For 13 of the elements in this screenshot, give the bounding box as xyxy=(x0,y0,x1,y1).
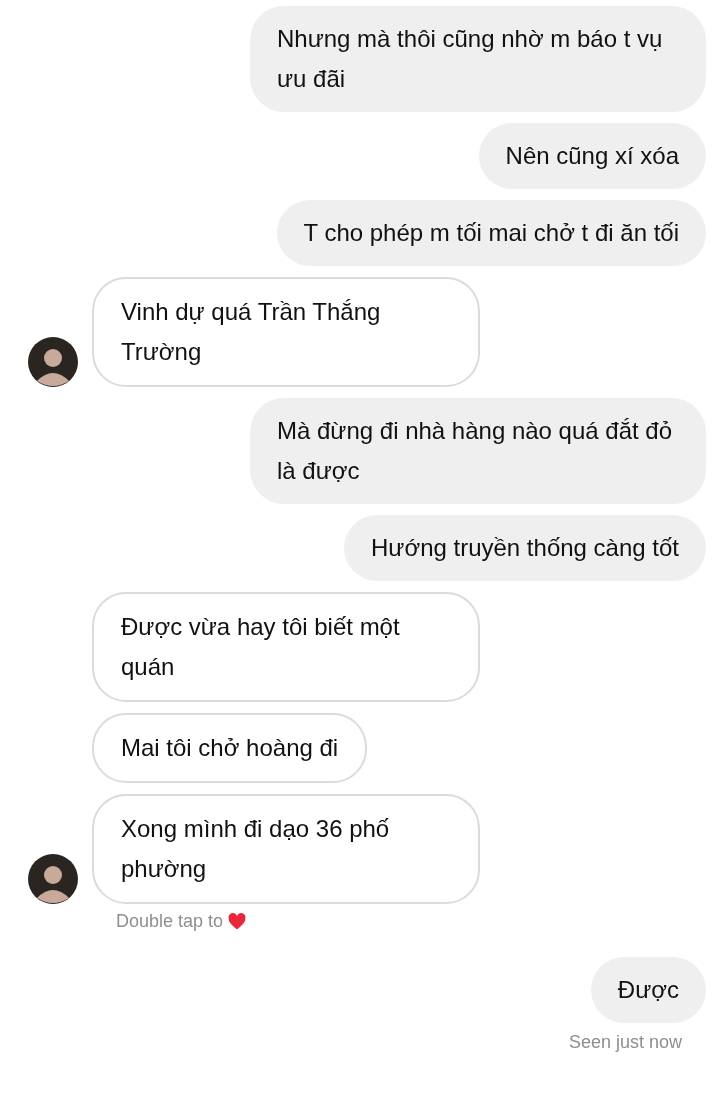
message-bubble: Mà đừng đi nhà hàng nào quá đắt đỏ là được xyxy=(250,398,706,504)
message-bubble: Hướng truyền thống càng tốt xyxy=(344,515,706,581)
message-bubble: Nhưng mà thôi cũng nhờ m báo t vụ ưu đãi xyxy=(250,6,706,112)
message-bubble: Được vừa hay tôi biết một quán xyxy=(92,592,480,702)
message-bubble: Xong mình đi dạo 36 phố phường xyxy=(92,794,480,904)
seen-status: Seen just now xyxy=(568,1032,682,1053)
double-tap-hint: Double tap to xyxy=(116,911,224,932)
message-bubble: Nên cũng xí xóa xyxy=(478,123,706,189)
heart-icon xyxy=(227,911,248,932)
message-bubble: Mai tôi chở hoàng đi xyxy=(92,713,368,783)
message-bubble: Được xyxy=(590,957,706,1023)
message-bubble: T cho phép m tối mai chở t đi ăn tối xyxy=(276,200,706,266)
message-bubble: Vinh dự quá Trần Thắng Trường xyxy=(92,277,480,387)
